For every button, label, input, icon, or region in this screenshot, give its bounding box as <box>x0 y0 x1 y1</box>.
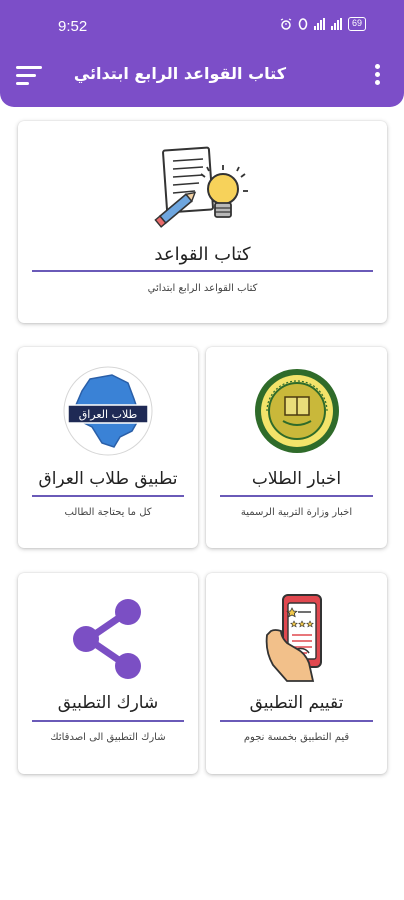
battery-icon: 69 <box>347 17 366 31</box>
signal-icon <box>330 18 342 30</box>
student-news-divider <box>220 495 373 497</box>
phone-rating-icon <box>265 594 322 682</box>
status-bar: 9:52 69 <box>0 0 404 48</box>
paper-pencil-lightbulb-icon <box>153 146 248 228</box>
rules-book-subtitle: كتاب القواعد الرابع ابتدائي <box>147 283 258 294</box>
iraq-students-app-divider <box>32 495 184 497</box>
ministry-seal-logo <box>254 369 339 453</box>
rules-book-title: كتاب القواعد <box>154 244 251 265</box>
student-news-title: اخبار الطلاب <box>251 469 342 489</box>
status-time: 9:52 <box>58 18 88 35</box>
iraq-map-logo: طلاب العراق <box>63 366 153 456</box>
rate-app-divider <box>220 720 373 722</box>
iraq-students-app-subtitle: كل ما يحتاجة الطالب <box>64 507 152 518</box>
student-news-card[interactable]: اخبار الطلاب اخبار وزارة التربية الرسمية <box>206 347 387 548</box>
student-news-subtitle: اخبار وزارة التربية الرسمية <box>240 507 353 518</box>
hamburger-menu-icon[interactable] <box>16 66 42 86</box>
alarm-icon <box>280 18 292 30</box>
rate-app-subtitle: قيم التطبيق بخمسة نجوم <box>243 732 350 743</box>
share-app-card[interactable]: شارك التطبيق شارك التطبيق الى اصدقائك <box>18 573 198 774</box>
iraq-logo-text: طلاب العراق <box>79 408 138 421</box>
hotspot-icon <box>298 18 308 30</box>
app-bar: كتاب القواعد الرابع ابتدائي <box>0 48 404 104</box>
iraq-students-app-title: تطبيق طلاب العراق <box>38 469 178 489</box>
rate-app-card[interactable]: تقييم التطبيق قيم التطبيق بخمسة نجوم <box>206 573 387 774</box>
bottom-spacer <box>0 860 404 900</box>
app-header: 9:52 69 كتاب القواعد الرابع ابتدائي <box>0 0 404 107</box>
rate-app-title: تقييم التطبيق <box>249 693 344 713</box>
app-title: كتاب القواعد الرابع ابتدائي <box>73 64 286 83</box>
share-app-subtitle: شارك التطبيق الى اصدقائك <box>50 732 166 743</box>
status-icons: 69 <box>280 17 366 31</box>
more-vertical-icon[interactable] <box>374 64 382 88</box>
rules-book-divider <box>32 270 373 272</box>
share-icon <box>73 599 141 679</box>
iraq-students-app-card[interactable]: طلاب العراق تطبيق طلاب العراق كل ما يحتا… <box>18 347 198 548</box>
rules-book-card[interactable]: كتاب القواعد كتاب القواعد الرابع ابتدائي <box>18 121 387 323</box>
signal-icon <box>313 18 325 30</box>
share-app-divider <box>32 720 184 722</box>
share-app-title: شارك التطبيق <box>57 693 159 713</box>
